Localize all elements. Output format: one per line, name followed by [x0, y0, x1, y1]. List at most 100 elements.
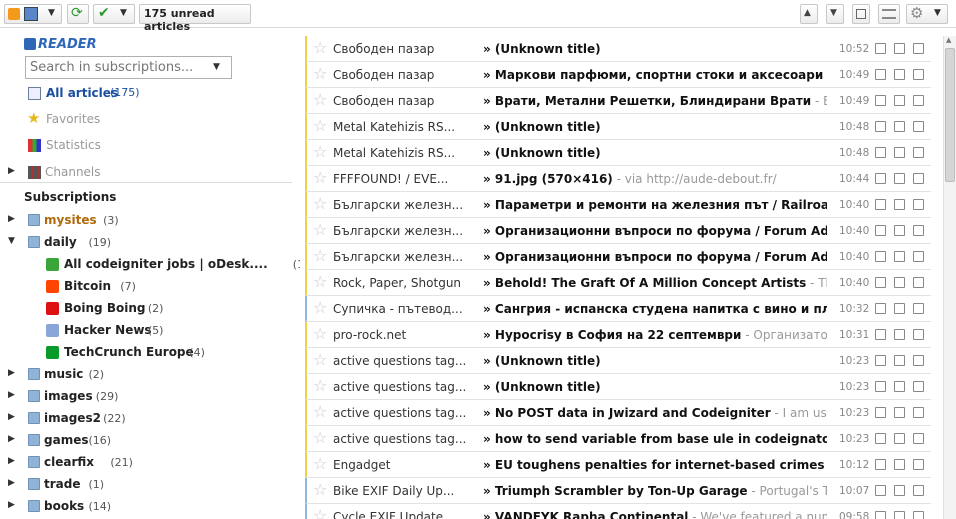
article-title[interactable]: » 91.jpg (570×416) - via http://aude-deb…	[483, 172, 827, 186]
expand-icon[interactable]	[913, 459, 924, 470]
article-row[interactable]: ☆ Български железн... » Параметри и ремонт…	[305, 192, 931, 218]
article-title[interactable]: » Врати, Метални Решетки, Блиндирани Вра…	[483, 94, 827, 108]
mark-read-icon[interactable]	[875, 225, 886, 236]
mark-read-icon[interactable]	[875, 511, 886, 519]
article-row[interactable]: ☆ FFFFOUND! / EVE... » 91.jpg (570×416) - …	[305, 166, 931, 192]
expand-arrow-icon[interactable]: ▶	[8, 412, 15, 422]
folder-item-games[interactable]: ▶ games (16)	[8, 433, 288, 451]
article-row[interactable]: ☆ Свободен пазар » (Unknown title) 10:52	[305, 36, 931, 62]
star-icon[interactable]: ☆	[313, 326, 327, 342]
mark-read-icon[interactable]	[875, 329, 886, 340]
expand-icon[interactable]	[913, 381, 924, 392]
article-title[interactable]: » how to send variable from base ule in …	[483, 432, 827, 446]
folder-item-books[interactable]: ▶ books (14)	[8, 499, 288, 517]
mark-read-icon[interactable]	[875, 277, 886, 288]
folder-item-mysites[interactable]: ▶ mysites (3)	[8, 213, 288, 231]
star-icon[interactable]: ☆	[313, 352, 327, 368]
expand-icon[interactable]	[913, 173, 924, 184]
mark-read-icon[interactable]	[875, 381, 886, 392]
translate-button[interactable]	[852, 4, 870, 24]
mark-read-icon[interactable]	[875, 407, 886, 418]
article-title[interactable]: » (Unknown title)	[483, 354, 827, 368]
star-icon[interactable]: ☆	[313, 248, 327, 264]
expand-icon[interactable]	[913, 511, 924, 519]
article-row[interactable]: ☆ Cycle EXIF Update... » VANDEYK Rapha Con…	[305, 504, 931, 519]
expand-icon[interactable]	[913, 277, 924, 288]
folder-item-clearfix[interactable]: ▶ clearfix (21)	[8, 455, 288, 473]
star-icon[interactable]: ☆	[313, 274, 327, 290]
expand-arrow-icon[interactable]: ▶	[8, 456, 15, 466]
expand-icon[interactable]	[913, 147, 924, 158]
expand-arrow-icon[interactable]: ▶	[8, 390, 15, 400]
article-row[interactable]: ☆ active questions tag... » (Unknown title…	[305, 374, 931, 400]
article-title[interactable]: » VANDEYK Rapha Continental - We've feat…	[483, 510, 827, 519]
folder-item-trade[interactable]: ▶ trade (1)	[8, 477, 288, 495]
mark-read-icon[interactable]	[875, 199, 886, 210]
star-icon[interactable]: ☆	[313, 144, 327, 160]
article-row[interactable]: ☆ Свободен пазар » Врати, Метални Решетки,…	[305, 88, 931, 114]
article-row[interactable]: ☆ Свободен пазар » Маркови парфюми, спортн…	[305, 62, 931, 88]
mark-read-icon[interactable]	[875, 459, 886, 470]
expand-icon[interactable]	[913, 69, 924, 80]
mark-read-icon[interactable]	[875, 173, 886, 184]
mark-read-icon[interactable]	[875, 355, 886, 366]
open-external-icon[interactable]	[894, 511, 905, 519]
article-row[interactable]: ☆ Metal Katehizis RS... » (Unknown title) 1…	[305, 114, 931, 140]
expand-icon[interactable]	[913, 407, 924, 418]
mark-read-icon[interactable]	[875, 303, 886, 314]
open-external-icon[interactable]	[894, 43, 905, 54]
star-icon[interactable]: ☆	[313, 482, 327, 498]
mark-read-button[interactable]: ✔ ▼	[93, 4, 135, 24]
feed-item[interactable]: TechCrunch Europe (4)	[46, 345, 286, 363]
article-row[interactable]: ☆ Супичка - пътевод... » Сангрия - испанск…	[305, 296, 931, 322]
mark-read-icon[interactable]	[875, 485, 886, 496]
mark-read-icon[interactable]	[875, 69, 886, 80]
folder-item-images2[interactable]: ▶ images2 (22)	[8, 411, 288, 429]
expand-icon[interactable]	[913, 225, 924, 236]
article-title[interactable]: » (Unknown title)	[483, 120, 827, 134]
mark-read-icon[interactable]	[875, 251, 886, 262]
unread-count-button[interactable]: 175 unread articles	[139, 4, 251, 33]
open-external-icon[interactable]	[894, 199, 905, 210]
article-row[interactable]: ☆ pro-rock.net » Hypocrisy в София на 22 с…	[305, 322, 931, 348]
open-external-icon[interactable]	[894, 381, 905, 392]
article-row[interactable]: ☆ Engadget » EU toughens penalties for int…	[305, 452, 931, 478]
expand-arrow-icon[interactable]: ▶	[8, 368, 15, 378]
star-icon[interactable]: ☆	[313, 40, 327, 56]
article-row[interactable]: ☆ Rock, Paper, Shotgun » Behold! The Graft…	[305, 270, 931, 296]
article-row[interactable]: ☆ Български железн... » Организационни въп…	[305, 244, 931, 270]
star-icon[interactable]: ☆	[313, 378, 327, 394]
search-input[interactable]	[30, 59, 210, 76]
expand-icon[interactable]	[913, 95, 924, 106]
open-external-icon[interactable]	[894, 225, 905, 236]
mark-read-icon[interactable]	[875, 433, 886, 444]
feed-item[interactable]: Hacker News (5)	[46, 323, 286, 341]
article-row[interactable]: ☆ Metal Katehizis RS... » (Unknown title) 1…	[305, 140, 931, 166]
mark-read-icon[interactable]	[875, 147, 886, 158]
article-title[interactable]: » (Unknown title)	[483, 42, 827, 56]
mark-read-icon[interactable]	[875, 121, 886, 132]
scrollbar-thumb[interactable]	[945, 48, 955, 182]
article-title[interactable]: » Организационни въпроси по форума / For…	[483, 250, 827, 264]
open-external-icon[interactable]	[894, 147, 905, 158]
open-external-icon[interactable]	[894, 69, 905, 80]
scroll-up-icon[interactable]: ▲	[946, 36, 951, 44]
open-external-icon[interactable]	[894, 433, 905, 444]
previous-article-button[interactable]: ▲	[800, 4, 818, 24]
article-row[interactable]: ☆ active questions tag... » (Unknown title…	[305, 348, 931, 374]
expand-arrow-icon[interactable]: ▶	[8, 434, 15, 444]
star-icon[interactable]: ☆	[313, 430, 327, 446]
open-external-icon[interactable]	[894, 485, 905, 496]
star-icon[interactable]: ☆	[313, 118, 327, 134]
star-icon[interactable]: ☆	[313, 196, 327, 212]
feed-menu-button[interactable]: ▼	[4, 4, 62, 24]
article-title[interactable]: » Hypocrisy в София на 22 септември - Ор…	[483, 328, 827, 342]
open-external-icon[interactable]	[894, 459, 905, 470]
expand-icon[interactable]	[913, 251, 924, 262]
star-icon[interactable]: ☆	[313, 170, 327, 186]
chevron-down-icon[interactable]: ▼	[213, 62, 220, 72]
article-title[interactable]: » Behold! The Graft Of A Million Concept…	[483, 276, 827, 290]
star-icon[interactable]: ☆	[313, 300, 327, 316]
open-external-icon[interactable]	[894, 329, 905, 340]
expand-icon[interactable]	[913, 121, 924, 132]
